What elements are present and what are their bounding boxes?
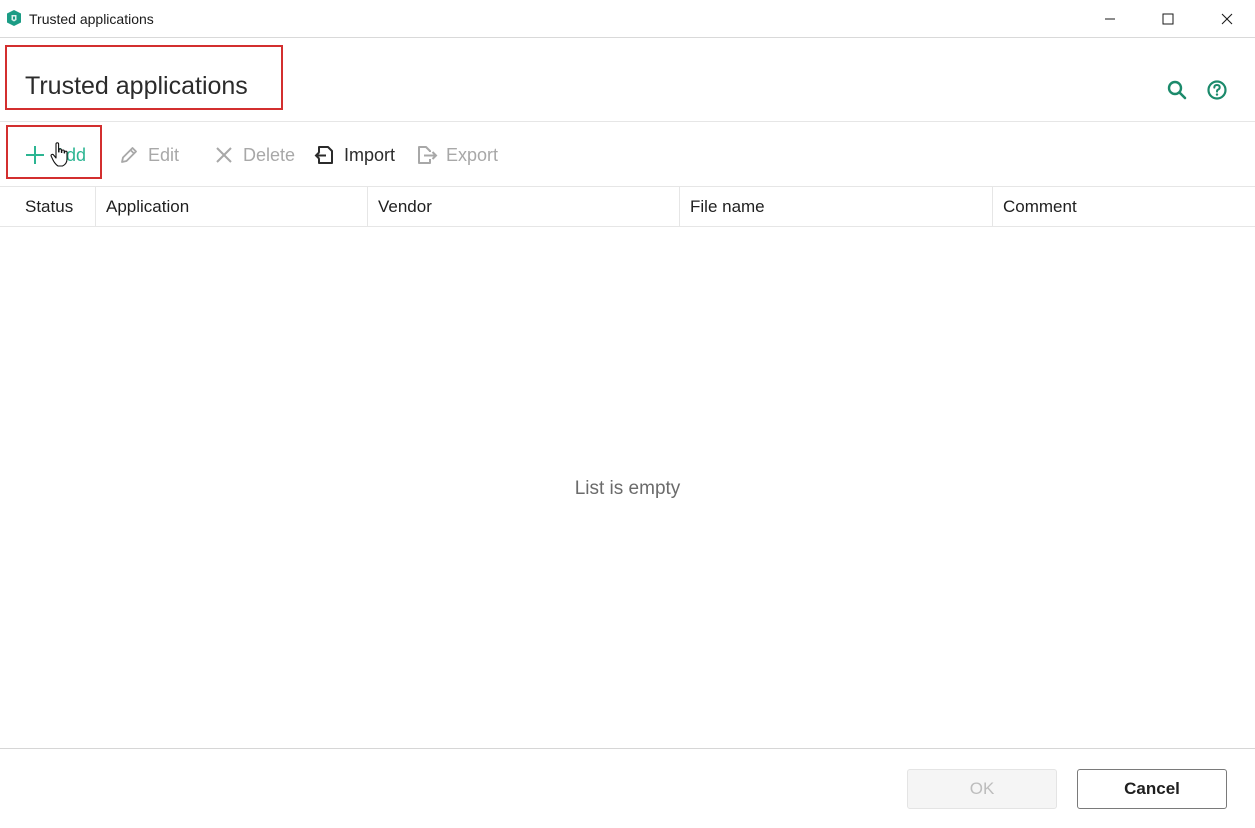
search-button[interactable] xyxy=(1165,78,1189,102)
minimize-button[interactable] xyxy=(1080,0,1140,37)
column-header-vendor[interactable]: Vendor xyxy=(367,187,679,226)
title-bar: Trusted applications xyxy=(0,0,1255,38)
page-title: Trusted applications xyxy=(25,72,248,100)
delete-button[interactable]: Delete xyxy=(213,140,295,170)
import-button[interactable]: Import xyxy=(314,140,395,170)
pencil-icon xyxy=(118,144,140,166)
maximize-icon xyxy=(1162,13,1174,24)
column-header-file-name[interactable]: File name xyxy=(679,187,992,226)
import-icon xyxy=(314,144,336,166)
footer-divider xyxy=(0,748,1255,749)
trusted-applications-window: Trusted applications Trusted application… xyxy=(0,0,1255,828)
edit-button[interactable]: Edit xyxy=(118,140,179,170)
column-header-comment[interactable]: Comment xyxy=(992,187,1255,226)
cancel-button[interactable]: Cancel xyxy=(1077,769,1227,809)
close-icon xyxy=(1221,13,1233,24)
ok-button[interactable]: OK xyxy=(907,769,1057,809)
edit-label: Edit xyxy=(148,144,180,165)
close-button[interactable] xyxy=(1197,0,1255,37)
delete-x-icon xyxy=(213,144,235,166)
column-header-application[interactable]: Application xyxy=(95,187,367,226)
help-button[interactable] xyxy=(1205,78,1229,102)
import-label: Import xyxy=(344,144,396,165)
table-header: Status Application Vendor File name Comm… xyxy=(0,187,1255,227)
hand-cursor-icon xyxy=(50,142,68,167)
help-icon xyxy=(1207,80,1227,100)
delete-label: Delete xyxy=(243,144,296,165)
kaspersky-shield-icon xyxy=(5,9,23,27)
search-icon xyxy=(1167,80,1187,100)
plus-icon xyxy=(24,144,46,166)
maximize-button[interactable] xyxy=(1138,0,1198,37)
minimize-icon xyxy=(1105,18,1115,19)
empty-list-message: List is empty xyxy=(574,478,681,499)
export-button[interactable]: Export xyxy=(416,140,498,170)
window-title: Trusted applications xyxy=(29,11,154,27)
column-header-status[interactable]: Status xyxy=(15,187,95,226)
header-divider xyxy=(0,121,1255,122)
export-label: Export xyxy=(446,144,499,165)
export-icon xyxy=(416,144,438,166)
